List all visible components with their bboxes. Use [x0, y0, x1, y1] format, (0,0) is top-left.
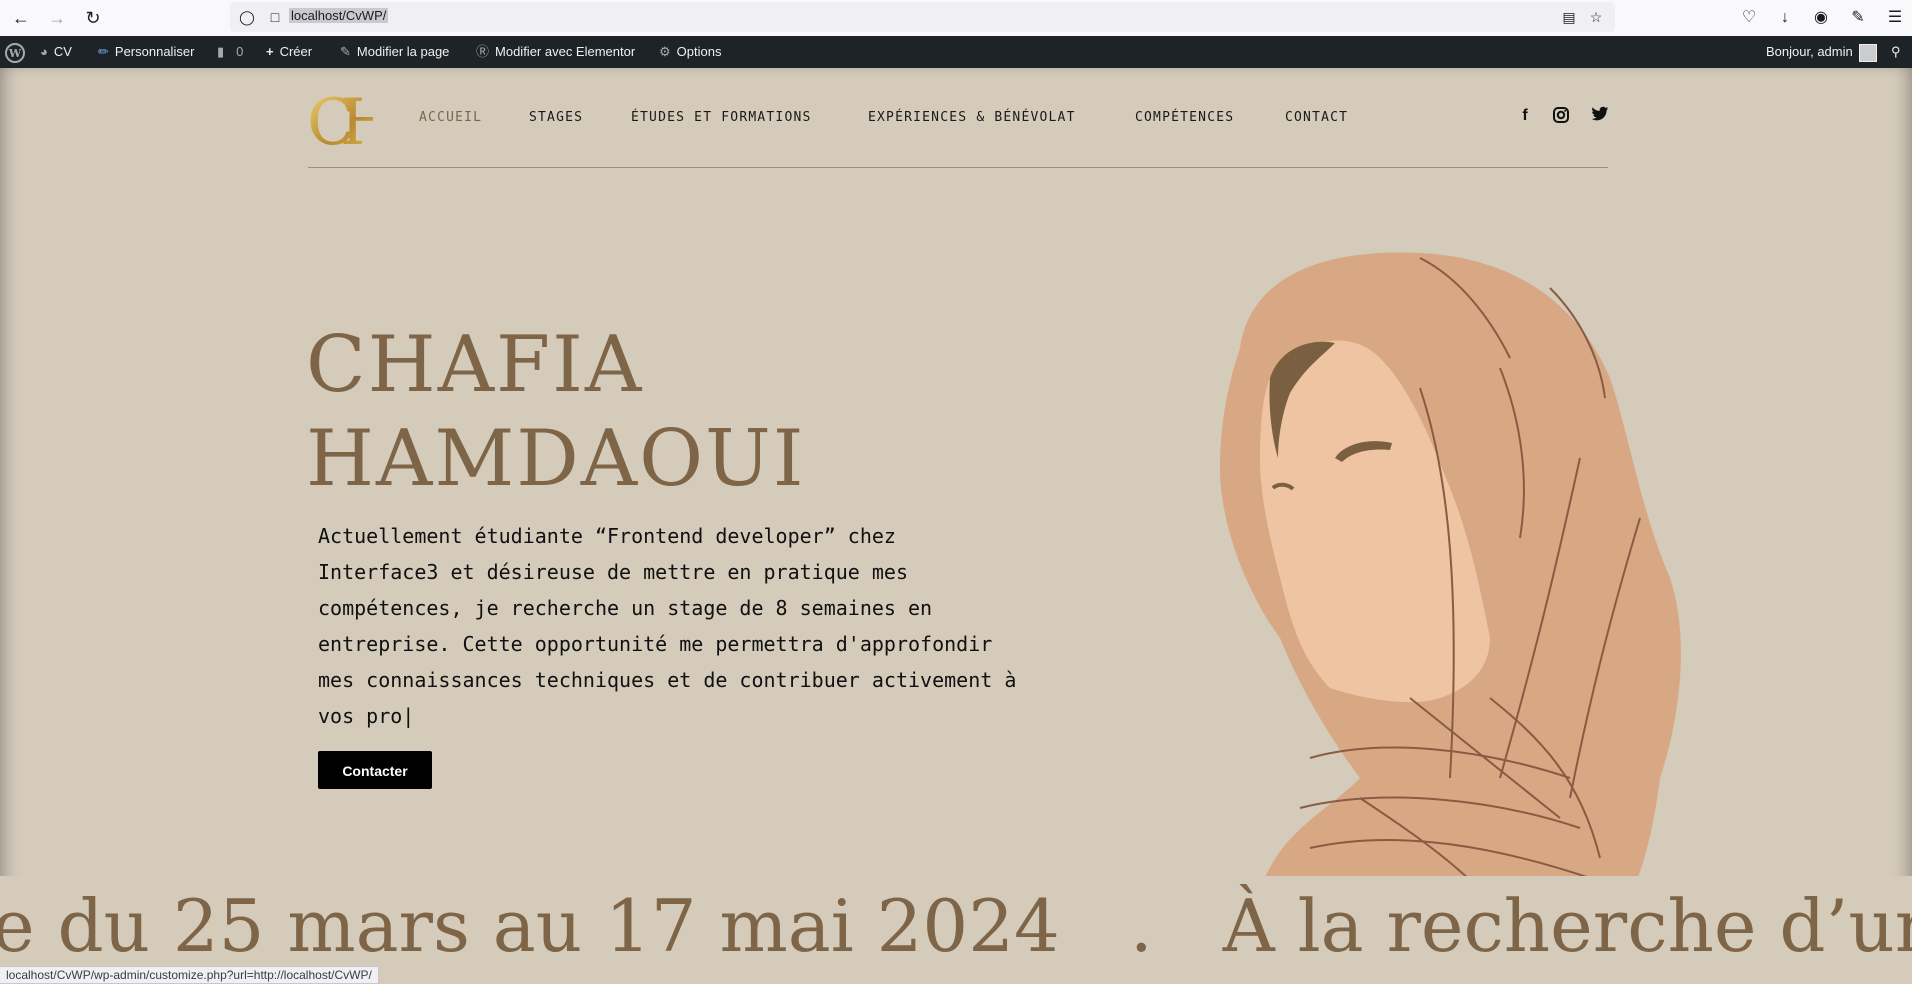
my-account-link[interactable]: Bonjour, admin [1766, 36, 1877, 68]
header-divider [308, 167, 1608, 168]
site-page: CH ACCUEIL STAGES ÉTUDES ET FORMATIONS E… [0, 68, 1912, 982]
menu-icon[interactable]: ☰ [1884, 7, 1906, 29]
nav-item-experiences[interactable]: EXPÉRIENCES & BÉNÉVOLAT [868, 110, 1076, 125]
edit-elementor-link[interactable]: Ⓡ Modifier avec Elementor [476, 36, 635, 68]
nav-item-contact[interactable]: CONTACT [1285, 110, 1348, 125]
banner-part-dates: e du 25 mars au 17 mai 2024 [0, 884, 1060, 968]
site-logo[interactable]: CH [307, 86, 409, 160]
facebook-icon[interactable]: f [1515, 106, 1535, 126]
address-bar[interactable]: ◯ □ ▤ ☆ [230, 2, 1615, 32]
banner-part-search: À la recherche d’un st [1222, 884, 1912, 968]
brush-icon: ✏ [98, 44, 109, 59]
options-link[interactable]: ⚙ Options [659, 36, 721, 68]
nav-item-etudes[interactable]: ÉTUDES ET FORMATIONS [631, 110, 812, 125]
nav-item-stages[interactable]: STAGES [529, 110, 583, 125]
edit-elementor-label: Modifier avec Elementor [495, 44, 636, 59]
new-label: Créer [279, 44, 313, 59]
customize-label: Personnaliser [114, 44, 195, 59]
url-text[interactable]: localhost/CvWP/ [289, 8, 389, 23]
dashboard-icon: ◕ [40, 44, 48, 59]
hero-name-last: HAMDAOUI [306, 414, 806, 504]
extensions-icon[interactable]: ✎ [1847, 7, 1869, 29]
nav-item-accueil[interactable]: ACCUEIL [419, 110, 482, 125]
instagram-icon[interactable] [1551, 106, 1571, 126]
download-icon[interactable]: ↓ [1774, 7, 1796, 29]
logo-text: CH [307, 88, 373, 148]
hero-description: Actuellement étudiante “Frontend develop… [318, 524, 1017, 728]
customize-link[interactable]: ✏ Personnaliser [98, 36, 194, 68]
forward-icon[interactable]: → [46, 7, 68, 29]
reload-icon[interactable]: ↻ [82, 7, 104, 29]
twitter-icon[interactable] [1590, 106, 1610, 126]
edit-page-link[interactable]: ✎ Modifier la page [340, 36, 449, 68]
comments-link[interactable]: ▮ 0 [217, 36, 243, 68]
reader-view-icon[interactable]: ▤ [1560, 8, 1578, 26]
page-icon: □ [270, 9, 280, 25]
comment-icon: ▮ [217, 44, 225, 59]
wordpress-icon[interactable]: W [4, 36, 26, 68]
browser-toolbar: ← → ↻ ◯ □ ▤ ☆ localhost/CvWP/ ♡ ↓ ◉ ✎ ☰ [0, 0, 1912, 37]
contact-button[interactable]: Contacter [318, 751, 432, 789]
hero-name-first: CHAFIA [306, 320, 644, 410]
back-icon[interactable]: ← [10, 7, 32, 29]
bookmark-star-icon[interactable]: ☆ [1587, 8, 1605, 26]
shield-icon[interactable]: ◯ [238, 8, 256, 26]
site-name-label: CV [53, 44, 72, 59]
avatar [1858, 43, 1877, 62]
svg-text:W: W [8, 47, 22, 60]
gear-icon: ⚙ [659, 44, 671, 59]
status-bar-url: localhost/CvWP/wp-admin/customize.php?ur… [0, 966, 379, 984]
scrolling-banner-text: e du 25 mars au 17 mai 2024. À la recherc… [0, 876, 1912, 976]
pencil-icon: ✎ [340, 44, 351, 59]
options-label: Options [676, 44, 722, 59]
site-name-link[interactable]: ◕ CV [40, 36, 72, 68]
wp-admin-bar: W ◕ CV ✏ Personnaliser ▮ 0 + Créer ✎ Modifier… [0, 36, 1912, 68]
account-icon[interactable]: ◉ [1810, 7, 1832, 29]
pocket-icon[interactable]: ♡ [1738, 7, 1760, 29]
elementor-icon: Ⓡ [476, 44, 490, 59]
edit-page-label: Modifier la page [356, 44, 450, 59]
greeting-label: Bonjour, admin [1766, 44, 1853, 59]
portrait-illustration [1200, 252, 1681, 982]
comments-count: 0 [236, 44, 244, 59]
banner-separator: . [1129, 884, 1153, 968]
hero-name: CHAFIA HAMDAOUI [306, 318, 806, 506]
plus-icon: + [266, 44, 274, 59]
search-icon[interactable]: ⚲ [1891, 36, 1901, 68]
new-content-link[interactable]: + Créer [266, 36, 312, 68]
nav-item-competences[interactable]: COMPÉTENCES [1135, 110, 1234, 125]
